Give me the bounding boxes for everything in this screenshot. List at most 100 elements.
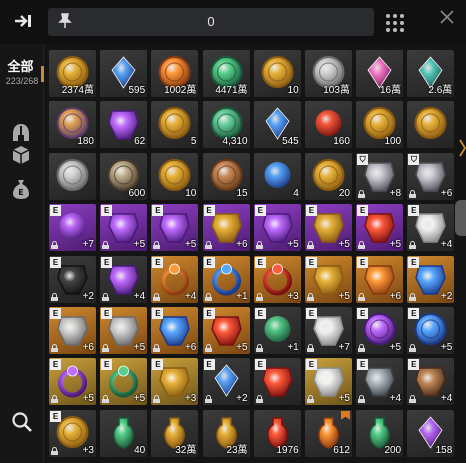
inventory-slot[interactable]: 40 bbox=[100, 409, 148, 457]
inventory-slot[interactable]: E +4 bbox=[100, 255, 148, 303]
lock-icon bbox=[204, 343, 212, 352]
money-bag-icon[interactable]: E bbox=[10, 178, 32, 200]
item-quantity: 40 bbox=[134, 444, 146, 456]
lock-icon bbox=[255, 292, 263, 301]
inventory-slot[interactable]: 15 bbox=[202, 152, 250, 200]
inventory-slot[interactable]: 10 bbox=[253, 50, 301, 97]
inventory-slot[interactable] bbox=[407, 101, 455, 149]
item-quantity: +4 bbox=[133, 290, 146, 302]
equipped-badge: E bbox=[101, 307, 113, 319]
lock-icon bbox=[153, 395, 161, 404]
inventory-slot[interactable]: E +5 bbox=[100, 358, 148, 406]
inventory-slot[interactable]: E +5 bbox=[253, 204, 301, 252]
lock-icon bbox=[255, 241, 263, 250]
inventory-slot[interactable]: 1976 bbox=[253, 409, 301, 457]
inventory-slot[interactable]: 2374萬 bbox=[49, 50, 96, 97]
item-quantity: +3 bbox=[287, 290, 299, 302]
lock-icon bbox=[153, 343, 161, 352]
inventory-slot[interactable]: 1002萬 bbox=[151, 50, 199, 97]
inventory-slot[interactable]: E +6 bbox=[151, 306, 199, 354]
box-icon[interactable] bbox=[10, 144, 32, 166]
inventory-slot[interactable]: ⛉ +6 bbox=[407, 152, 455, 200]
inventory-slot[interactable]: E +5 bbox=[356, 204, 404, 252]
item-quantity: +4 bbox=[389, 393, 402, 405]
inventory-slot[interactable]: E +5 bbox=[202, 306, 250, 354]
inventory-slot[interactable]: E +3 bbox=[49, 409, 96, 457]
inventory-slot[interactable]: E bbox=[253, 358, 301, 406]
inventory-slot[interactable]: E +2 bbox=[49, 255, 96, 303]
inventory-slot[interactable]: E +7 bbox=[304, 306, 352, 354]
item-quantity: +3 bbox=[184, 393, 197, 405]
inventory-slot[interactable]: E +5 bbox=[151, 204, 199, 252]
inventory-slot[interactable]: E +4 bbox=[356, 358, 404, 406]
inventory-slot[interactable] bbox=[49, 152, 96, 200]
inventory-slot[interactable]: E +5 bbox=[49, 358, 96, 406]
helmet-icon[interactable] bbox=[10, 122, 32, 144]
pinned-items-field[interactable]: 0 bbox=[48, 8, 374, 36]
item-quantity: +2 bbox=[440, 290, 453, 302]
inventory-slot[interactable]: 595 bbox=[100, 50, 148, 97]
equipped-badge: E bbox=[50, 359, 61, 371]
inventory-slot[interactable]: E +7 bbox=[49, 204, 96, 252]
item-quantity: +5 bbox=[440, 341, 453, 353]
inventory-slot[interactable]: 23萬 bbox=[202, 409, 250, 457]
chevron-right-icon[interactable] bbox=[459, 138, 466, 158]
grid-view-button[interactable] bbox=[384, 13, 406, 33]
inventory-slot[interactable]: E +2 bbox=[202, 358, 250, 406]
inventory-slot[interactable]: 180 bbox=[49, 101, 96, 149]
inventory-slot[interactable]: 545 bbox=[253, 101, 301, 149]
inventory-slot[interactable]: E +6 bbox=[202, 204, 250, 252]
collapse-panel-button[interactable] bbox=[6, 6, 40, 36]
equipped-badge: E bbox=[408, 256, 420, 268]
inventory-slot[interactable]: 4471萬 bbox=[202, 50, 250, 97]
close-button[interactable] bbox=[436, 6, 458, 28]
inventory-slot[interactable]: 612 bbox=[304, 409, 352, 457]
equipped-badge: E bbox=[101, 256, 113, 268]
inventory-slot[interactable]: E +4 bbox=[151, 255, 199, 303]
inventory-slot[interactable]: 160 bbox=[304, 101, 352, 149]
inventory-slot[interactable]: E +5 bbox=[100, 204, 148, 252]
inventory-slot[interactable]: 200 bbox=[356, 409, 404, 457]
inventory-slot[interactable]: E +5 bbox=[356, 306, 404, 354]
item-quantity: 612 bbox=[333, 444, 350, 456]
equipped-badge: E bbox=[203, 359, 215, 371]
inventory-slot[interactable]: E +6 bbox=[356, 255, 404, 303]
item-quantity: +1 bbox=[287, 341, 299, 353]
inventory-slot[interactable]: 16萬 bbox=[356, 50, 404, 97]
inventory-slot[interactable]: E +6 bbox=[49, 306, 96, 354]
inventory-slot[interactable]: 2.6萬 bbox=[407, 50, 455, 97]
category-all-tab[interactable]: 全部 223/268 bbox=[0, 56, 44, 96]
search-button[interactable] bbox=[10, 410, 34, 434]
scroll-handle[interactable] bbox=[455, 200, 466, 236]
inventory-slot[interactable]: 10 bbox=[151, 152, 199, 200]
inventory-slot[interactable]: 4,310 bbox=[202, 101, 250, 149]
inventory-slot[interactable]: E +3 bbox=[151, 358, 199, 406]
inventory-slot[interactable]: 158 bbox=[407, 409, 455, 457]
inventory-slot[interactable]: E +3 bbox=[253, 255, 301, 303]
inventory-slot[interactable]: 5 bbox=[151, 101, 199, 149]
inventory-slot[interactable]: E +4 bbox=[407, 358, 455, 406]
equipped-badge: E bbox=[254, 359, 266, 371]
inventory-slot[interactable]: 62 bbox=[100, 101, 148, 149]
inventory-slot[interactable]: ⛉ +8 bbox=[356, 152, 404, 200]
inventory-slot[interactable]: E +5 bbox=[304, 204, 352, 252]
equipped-badge: E bbox=[50, 205, 61, 217]
inventory-slot[interactable]: E +2 bbox=[407, 255, 455, 303]
inventory-slot[interactable]: 600 bbox=[100, 152, 148, 200]
inventory-slot[interactable]: 100 bbox=[356, 101, 404, 149]
item-quantity: +5 bbox=[338, 239, 350, 251]
inventory-slot[interactable]: 32萬 bbox=[151, 409, 199, 457]
inventory-slot[interactable]: E +4 bbox=[407, 204, 455, 252]
item-quantity: +5 bbox=[133, 393, 146, 405]
inventory-slot[interactable]: E +5 bbox=[304, 358, 352, 406]
inventory-slot[interactable]: E +1 bbox=[202, 255, 250, 303]
inventory-slot[interactable]: 20 bbox=[304, 152, 352, 200]
inventory-slot[interactable]: 4 bbox=[253, 152, 301, 200]
inventory-slot[interactable]: E +1 bbox=[253, 306, 301, 354]
inventory-slot[interactable]: E +5 bbox=[304, 255, 352, 303]
inventory-slot[interactable]: 103萬 bbox=[304, 50, 352, 97]
item-quantity: +6 bbox=[236, 239, 248, 251]
equipped-badge: E bbox=[203, 307, 215, 319]
inventory-slot[interactable]: E +5 bbox=[100, 306, 148, 354]
inventory-slot[interactable]: E +5 bbox=[407, 306, 455, 354]
